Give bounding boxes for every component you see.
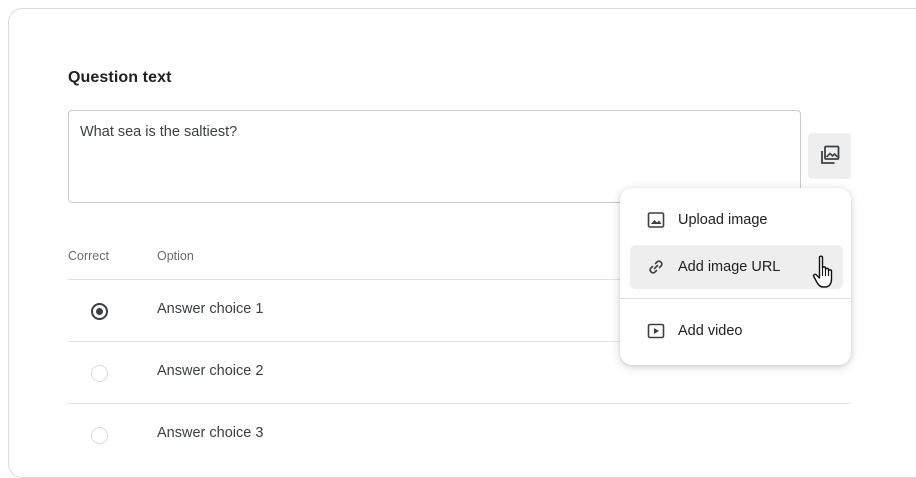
add-media-button[interactable] — [808, 133, 851, 179]
column-header-option: Option — [157, 249, 194, 263]
correct-radio[interactable] — [91, 427, 108, 444]
menu-item-label: Add video — [678, 323, 743, 339]
image-gallery-icon — [819, 144, 841, 169]
option-label[interactable]: Answer choice 3 — [157, 425, 263, 441]
option-label[interactable]: Answer choice 2 — [157, 363, 263, 379]
menu-item-upload-image[interactable]: Upload image — [630, 198, 843, 242]
correct-radio[interactable] — [91, 365, 108, 382]
table-row: Answer choice 3 — [68, 404, 851, 466]
link-icon — [646, 257, 666, 277]
menu-item-label: Upload image — [678, 212, 768, 228]
image-icon — [646, 210, 666, 230]
column-header-correct: Correct — [68, 249, 109, 263]
question-text-label: Question text — [68, 69, 172, 86]
menu-item-add-video[interactable]: Add video — [630, 309, 843, 353]
hand-pointer-cursor-icon — [812, 254, 838, 294]
video-play-icon — [646, 321, 666, 341]
option-label[interactable]: Answer choice 1 — [157, 301, 263, 317]
menu-divider — [620, 298, 851, 299]
correct-radio[interactable] — [91, 303, 108, 320]
menu-item-label: Add image URL — [678, 259, 781, 275]
